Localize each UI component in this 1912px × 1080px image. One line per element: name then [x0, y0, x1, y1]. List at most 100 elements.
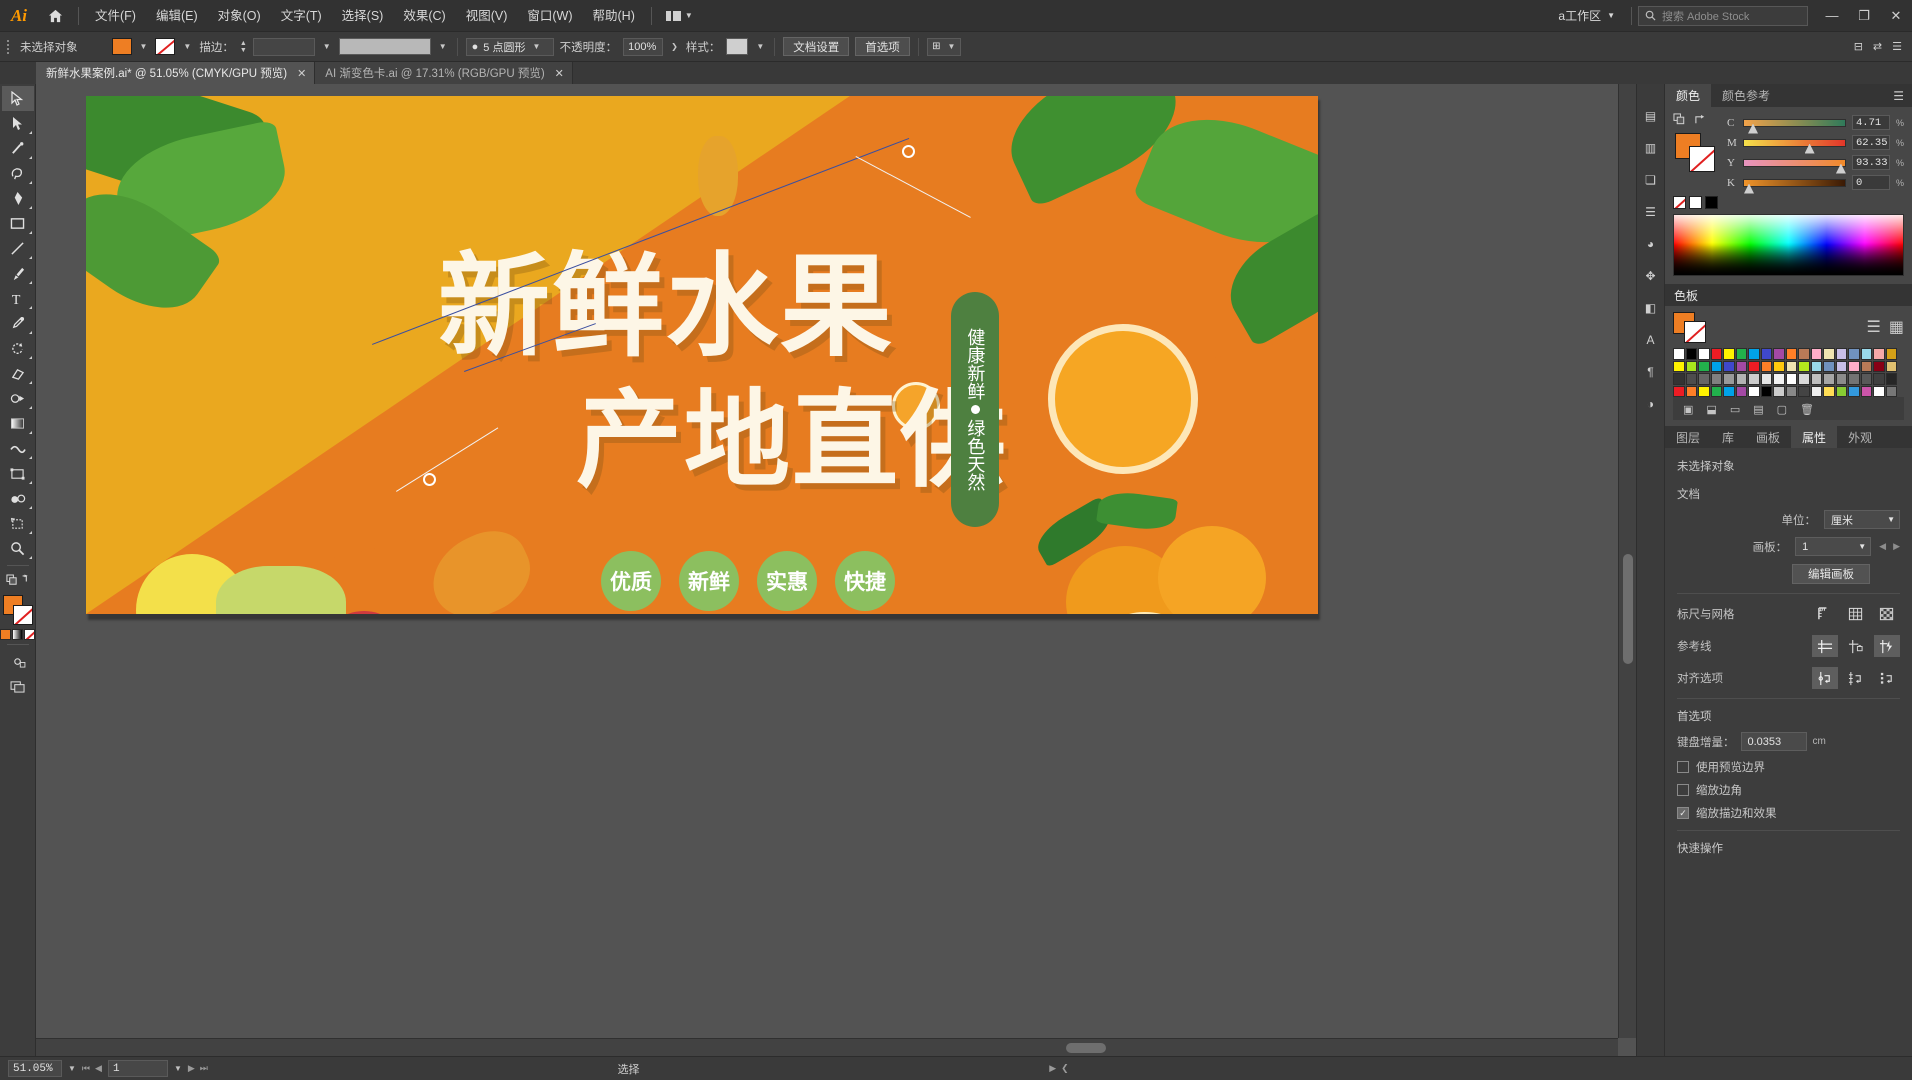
panel-icon-paragraph[interactable]: ¶ [1641, 362, 1661, 382]
swatch-cell[interactable] [1860, 360, 1872, 372]
slider-track-c[interactable] [1743, 118, 1846, 134]
swatch-cell[interactable] [1773, 348, 1785, 360]
chevron-down-icon[interactable]: ▼ [138, 42, 150, 51]
swatch-cell[interactable] [1685, 385, 1697, 397]
swatch-cell[interactable] [1673, 360, 1685, 372]
swap-fill-stroke-icon[interactable] [2, 570, 34, 592]
select-similar-options-button[interactable]: ⊞ ▼ [926, 37, 961, 56]
preview-bounds-checkbox-row[interactable]: 使用预览边界 [1677, 759, 1900, 775]
swatch-cell[interactable] [1848, 373, 1860, 385]
menu-select[interactable]: 选择(S) [332, 0, 394, 32]
tab-appearance[interactable]: 外观 [1837, 426, 1883, 448]
swatch-cell[interactable] [1698, 385, 1710, 397]
grid-view-icon[interactable]: ▦ [1889, 317, 1904, 337]
document-tab-1[interactable]: 新鲜水果案例.ai* @ 51.05% (CMYK/GPU 预览) ✕ [36, 62, 316, 84]
scrollbar-thumb[interactable] [1623, 554, 1633, 664]
unit-select[interactable]: 厘米 ▼ [1824, 510, 1900, 529]
swatch-cell[interactable] [1710, 360, 1722, 372]
swatch-cell[interactable] [1735, 385, 1747, 397]
canvas-area[interactable]: 新鲜水果 产地直供 健康新鲜 绿色天然 优质 新鲜 实惠 快捷 [36, 84, 1636, 1056]
swatch-cell[interactable] [1798, 360, 1810, 372]
swatch-cell[interactable] [1710, 373, 1722, 385]
swatch-cell[interactable] [1723, 385, 1735, 397]
status-prev-icon[interactable]: ❮ [1061, 1063, 1069, 1074]
panel-icon-gradient[interactable]: ◧ [1641, 298, 1661, 318]
slider-track-y[interactable] [1743, 158, 1846, 174]
swatch-cell[interactable] [1885, 360, 1897, 372]
free-transform-tool[interactable] [2, 461, 34, 486]
close-icon[interactable]: ✕ [555, 67, 564, 80]
align-options-icon[interactable]: ⊟ [1854, 40, 1863, 53]
pen-tool[interactable] [2, 186, 34, 211]
maximize-button[interactable]: ❐ [1848, 0, 1880, 32]
swatch-cell[interactable] [1798, 385, 1810, 397]
fill-stroke-toggle-icon[interactable] [1673, 113, 1687, 131]
swatch-cell[interactable] [1873, 373, 1885, 385]
zoom-level-input[interactable]: 51.05% [8, 1060, 62, 1077]
none-swatch[interactable] [1673, 196, 1686, 209]
prev-artboard-icon[interactable]: ◀ [95, 1063, 102, 1074]
panel-icon-layers[interactable]: ❏ [1641, 170, 1661, 190]
scrollbar-thumb[interactable] [1066, 1043, 1106, 1053]
arrange-documents-button[interactable]: ▼ [658, 0, 701, 32]
swatch-cell[interactable] [1835, 373, 1847, 385]
menu-window[interactable]: 窗口(W) [517, 0, 582, 32]
graphic-style-swatch[interactable] [726, 38, 749, 55]
swatch-cell[interactable] [1773, 385, 1785, 397]
shape-builder-tool[interactable] [2, 386, 34, 411]
scale-corners-checkbox-row[interactable]: 缩放边角 [1677, 782, 1900, 798]
stroke-color-swatch[interactable] [155, 38, 176, 55]
swatch-cell[interactable] [1785, 348, 1797, 360]
swatch-cell[interactable] [1835, 360, 1847, 372]
new-swatch-icon[interactable]: ▢ [1777, 403, 1787, 416]
smart-guides-icon[interactable] [1874, 635, 1900, 657]
chevron-down-icon[interactable]: ▼ [437, 42, 449, 51]
drawing-mode-icon[interactable] [2, 649, 34, 674]
chevron-down-icon[interactable]: ▼ [68, 1064, 76, 1073]
eyedropper-tool[interactable] [2, 311, 34, 336]
stroke-weight-input[interactable] [252, 37, 315, 56]
snap-to-pixel-icon[interactable] [1874, 667, 1900, 689]
stroke-weight-stepper[interactable]: ▲ ▼ [240, 40, 247, 54]
next-artboard-icon[interactable]: ▶ [1893, 541, 1900, 552]
swatch-cell[interactable] [1848, 360, 1860, 372]
edit-artboard-button[interactable]: 编辑画板 [1792, 564, 1870, 584]
tab-artboards[interactable]: 画板 [1745, 426, 1791, 448]
artboard[interactable]: 新鲜水果 产地直供 健康新鲜 绿色天然 优质 新鲜 实惠 快捷 [86, 96, 1318, 614]
scale-strokes-checkbox-row[interactable]: ✓ 缩放描边和效果 [1677, 805, 1900, 821]
panel-icon-pathfinder[interactable]: ◕ [1641, 234, 1661, 254]
selection-tool[interactable] [1, 86, 34, 111]
swatch-cell[interactable] [1735, 373, 1747, 385]
channel-value-k[interactable]: 0 [1852, 175, 1890, 190]
toolbar-stroke-swatch[interactable] [12, 605, 33, 625]
menu-view[interactable]: 视图(V) [456, 0, 518, 32]
control-panel-menu-icon[interactable]: ☰ [1892, 40, 1902, 53]
swatch-cell[interactable] [1748, 373, 1760, 385]
swatch-cell[interactable] [1885, 385, 1897, 397]
chevron-down-icon[interactable]: ▼ [321, 42, 333, 51]
show-guides-icon[interactable] [1812, 635, 1838, 657]
swatch-cell[interactable] [1673, 385, 1685, 397]
next-artboard-icon[interactable]: ▶ [188, 1063, 195, 1074]
tab-libraries[interactable]: 库 [1711, 426, 1745, 448]
delete-swatch-icon[interactable]: 🗑 [1800, 403, 1814, 416]
screen-mode-icon[interactable] [2, 674, 34, 699]
gradient-tool[interactable] [2, 411, 34, 436]
swatch-cell[interactable] [1710, 385, 1722, 397]
slider-track-m[interactable] [1743, 138, 1846, 154]
lock-guides-icon[interactable] [1843, 635, 1869, 657]
menu-type[interactable]: 文字(T) [271, 0, 332, 32]
swatch-cell[interactable] [1698, 360, 1710, 372]
home-icon[interactable] [38, 0, 72, 32]
swatch-cell[interactable] [1723, 360, 1735, 372]
swatch-cell[interactable] [1823, 360, 1835, 372]
scale-strokes-checkbox[interactable]: ✓ [1677, 807, 1689, 819]
channel-value-c[interactable]: 4.71 [1852, 115, 1890, 130]
color-panel-stroke-swatch[interactable] [1689, 146, 1715, 172]
chevron-down-icon[interactable]: ▼ [754, 42, 766, 51]
swatch-cell[interactable] [1810, 373, 1822, 385]
swatch-cell[interactable] [1848, 385, 1860, 397]
swatch-cell[interactable] [1798, 348, 1810, 360]
line-segment-tool[interactable] [2, 236, 34, 261]
swatch-cell[interactable] [1873, 348, 1885, 360]
